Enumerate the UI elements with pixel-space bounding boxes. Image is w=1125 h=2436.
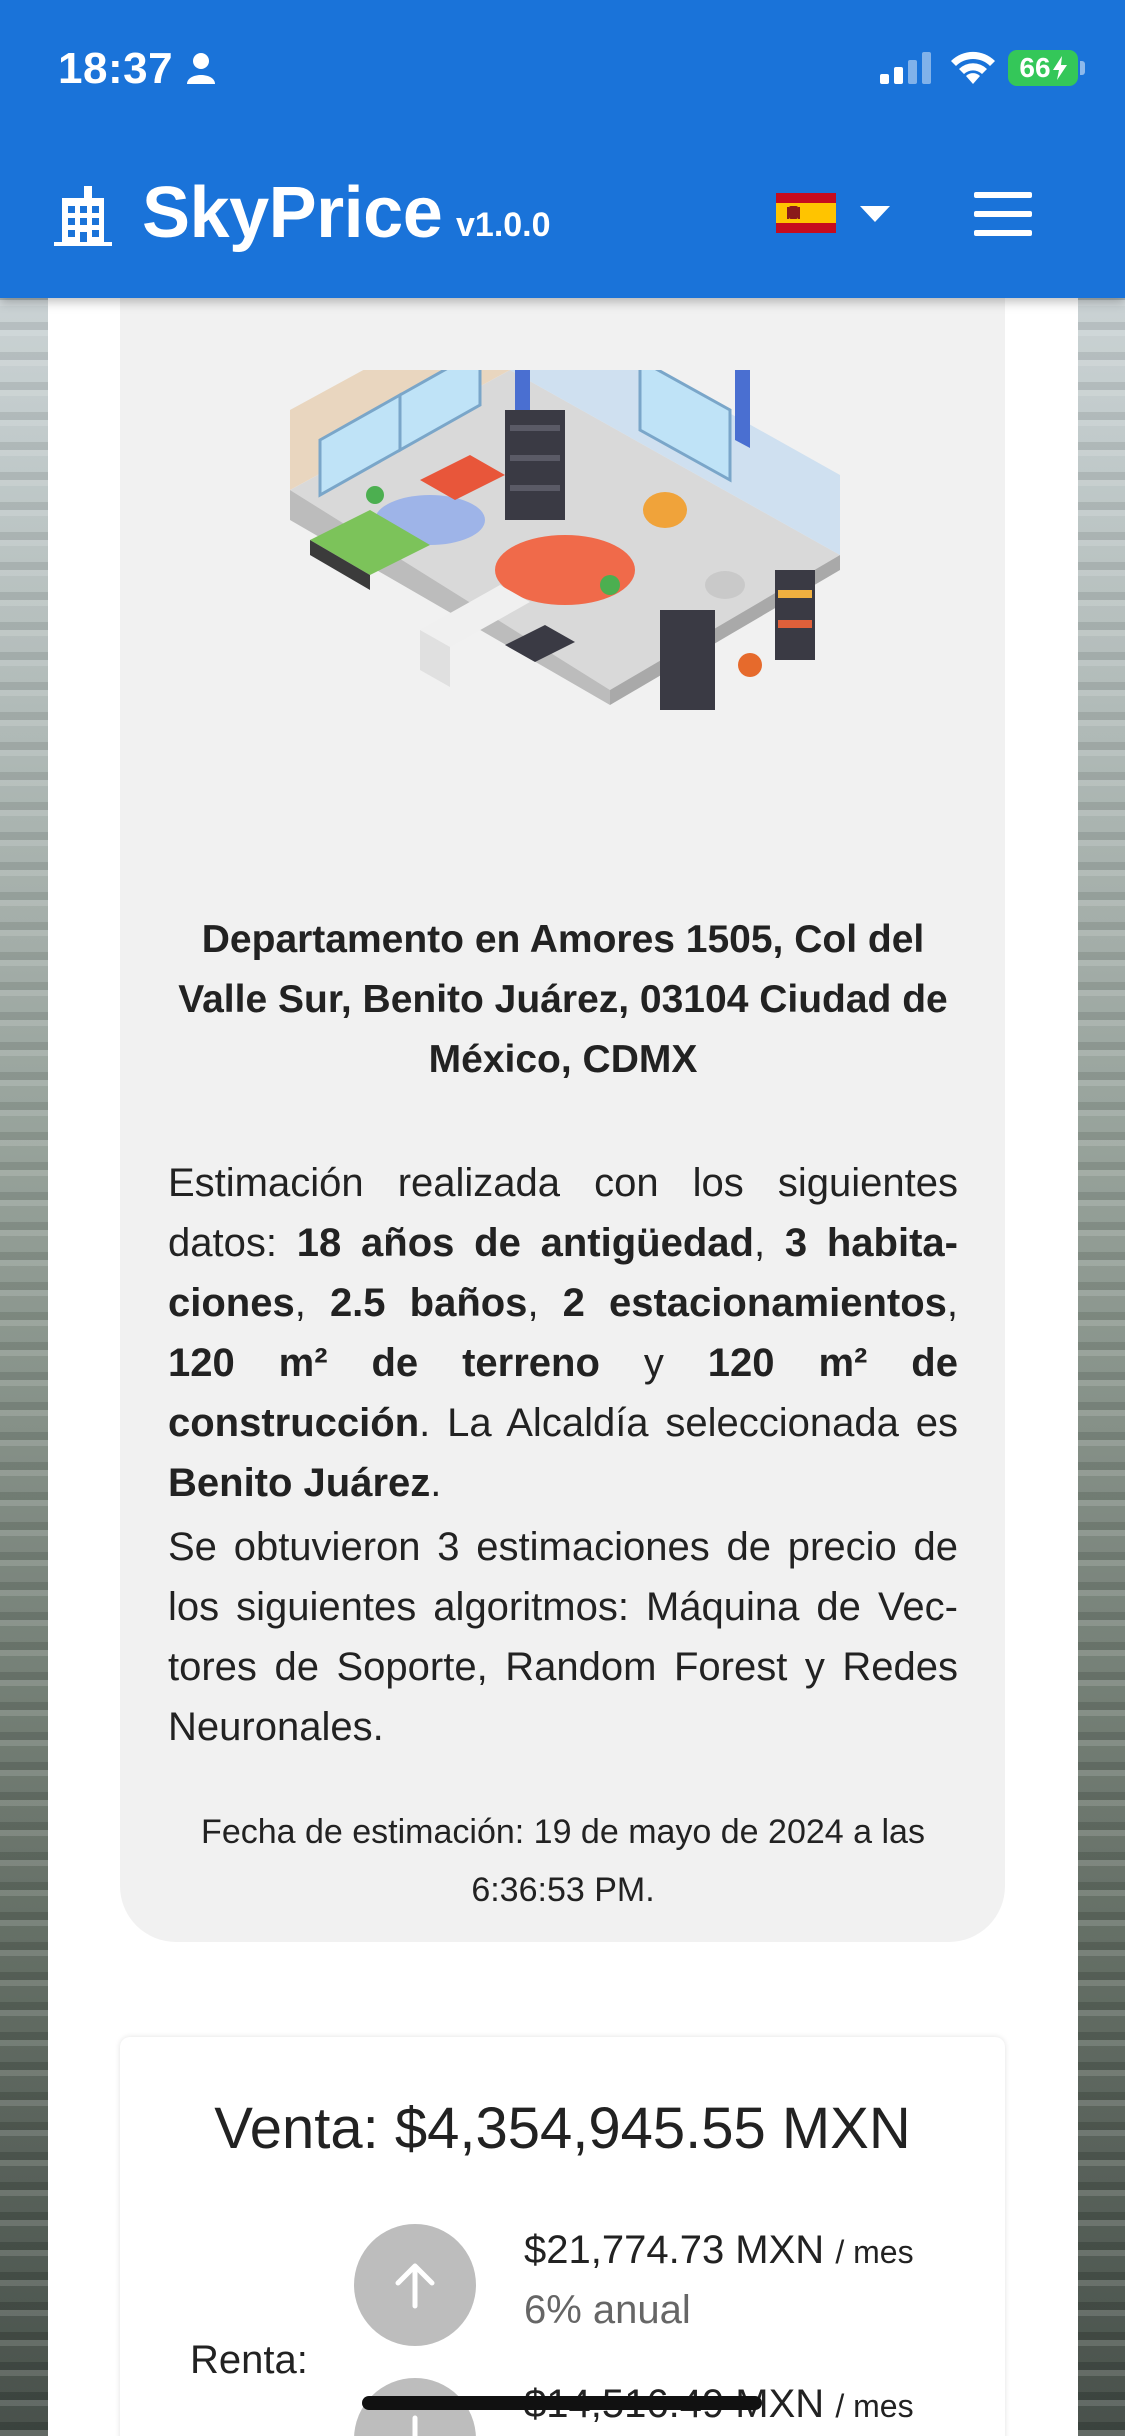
arrow-down-icon (412, 2415, 418, 2436)
property-address: Departamento en Amores 1505, Col del Val… (178, 918, 948, 1081)
apartment-illustration (290, 370, 840, 710)
sale-price-line: Venta: $4,354,945.55 MXN (0, 2095, 1125, 2162)
age-value: 18 años de antigüedad (296, 1221, 754, 1265)
land-area-value: 120 m² de terreno (168, 1341, 600, 1385)
rent-high-rate: 6% anual (524, 2288, 691, 2332)
estimation-date: Fecha de estimación: 19 de mayo de 2024 … (201, 1813, 925, 1909)
hamburger-menu-icon[interactable] (974, 192, 1032, 236)
rent-increase-button[interactable] (354, 2224, 476, 2346)
home-indicator[interactable] (362, 2396, 762, 2410)
battery-cap (1080, 61, 1085, 75)
status-time: 18:37 (58, 44, 174, 93)
arrow-up-icon (395, 2263, 435, 2309)
alcaldia-intro: . La Alcaldía seleccionada es (419, 1401, 958, 1445)
sale-value: $4,354,945.55 MXN (394, 2096, 911, 2161)
charging-bolt-icon (1052, 56, 1067, 80)
baths-value: 2.5 baños (329, 1281, 528, 1325)
chevron-down-icon[interactable] (860, 206, 890, 222)
person-icon (187, 53, 215, 84)
connector-text: y (643, 1341, 664, 1385)
parking-value: 2 estacionamientos (562, 1281, 947, 1325)
rent-high-value: $21,774.73 MXN (524, 2228, 825, 2272)
app-title[interactable]: SkyPrice (142, 172, 443, 254)
app-header: 18:37 66 SkyPrice v1.0.0 (0, 0, 1125, 298)
building-icon (54, 186, 112, 246)
alcaldia-value: Benito Juárez (168, 1461, 431, 1505)
rent-low-unit: / mes (835, 2388, 914, 2424)
algorithms-text: Se obtuvieron 3 estimaciones de precio d… (168, 1525, 958, 1749)
app-version: v1.0.0 (456, 206, 551, 244)
battery-indicator: 66 (1008, 50, 1078, 86)
rent-high-line: $21,774.73 MXN / mes (524, 2228, 914, 2273)
rent-label: Renta: (190, 2338, 308, 2382)
cellular-signal-icon (880, 52, 931, 84)
estimate-details-text: Estimación realizada con los siguientes … (168, 1161, 959, 1505)
spain-flag-icon[interactable] (776, 193, 836, 233)
wifi-icon (951, 51, 995, 84)
sale-label: Venta: (214, 2096, 379, 2161)
rent-high-unit: / mes (835, 2234, 914, 2270)
battery-level: 66 (1019, 52, 1051, 83)
